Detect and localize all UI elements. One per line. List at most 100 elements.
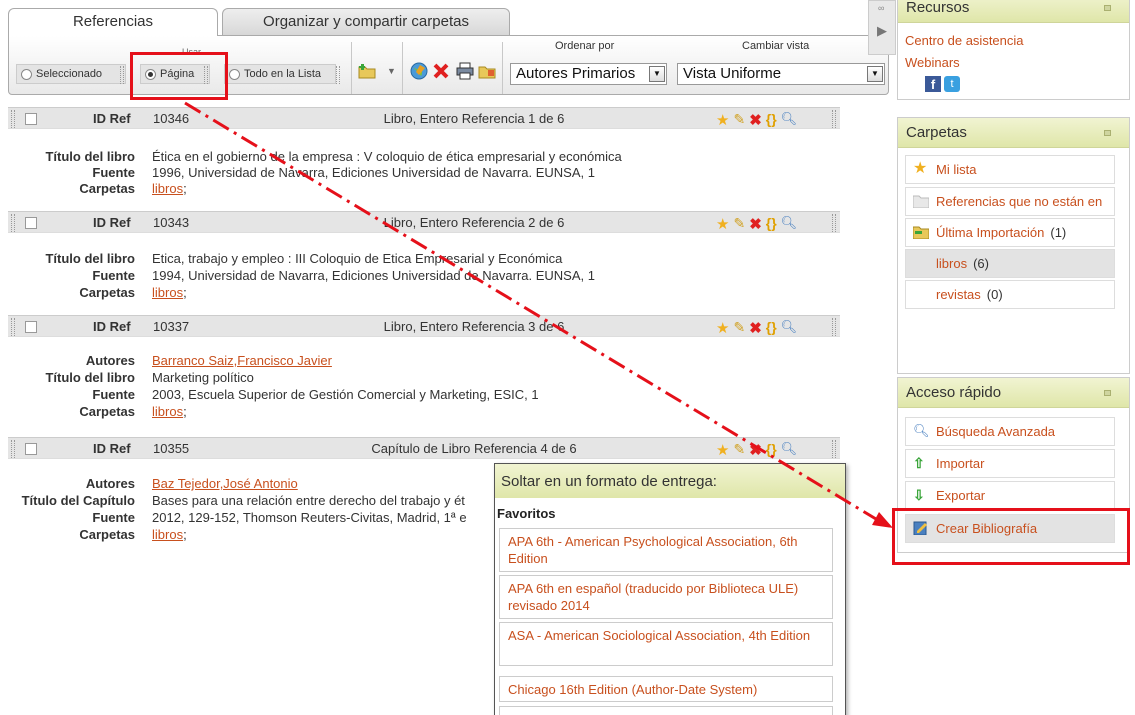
folder-count: (0) [986,287,1003,302]
exportar-link[interactable]: ⇩ Exportar [905,481,1115,510]
format-option[interactable]: ASA - American Sociological Association,… [499,622,833,666]
folder-ultima-importacion[interactable]: Última Importación (1) [905,218,1115,247]
field-value: Bases para una relación entre derecho de… [152,493,465,508]
folder-icon [913,195,929,208]
folder-link[interactable]: libros [152,404,183,419]
format-option[interactable]: APA 6th - American Psychological Associa… [499,528,833,572]
field-value: Marketing político [152,370,254,385]
field-label: Título del libro [45,370,135,385]
folder-link[interactable]: libros [152,285,183,300]
sidebar-toggle[interactable]: ∞ ▶ [868,0,896,55]
vista-select[interactable]: Vista Uniforme ▼ [677,63,885,85]
format-option[interactable]: APA 6th en español (traducido por Biblio… [499,575,833,619]
delete-icon[interactable]: ✖ [749,441,762,459]
magnifier-icon[interactable]: 🔍︎ [781,215,798,233]
format-option[interactable]: Chicago 16th Edition (Author-Date System… [499,676,833,702]
star-add-icon[interactable]: ★ [716,111,729,129]
star-add-icon[interactable]: ★ [716,319,729,337]
add-to-folder-icon[interactable] [358,62,376,80]
grip-handle[interactable] [832,440,836,458]
author-link[interactable]: Barranco Saiz,Francisco Javier [152,353,332,368]
minimize-icon[interactable] [1104,5,1111,11]
grip-handle[interactable] [832,318,836,336]
panel-title: Acceso rápido [906,384,1002,401]
reference-actions: ★ ✎ ✖ {} 🔍︎ [716,441,797,459]
radio-seleccionado[interactable]: Seleccionado [16,64,126,84]
import-folder-icon [913,226,929,239]
edit-icon[interactable]: ✎ [733,441,745,459]
toolbar-divider [502,42,503,94]
tab-organizar-compartir[interactable]: Organizar y compartir carpetas [222,8,510,35]
edit-icon[interactable]: ✎ [733,215,745,233]
print-icon[interactable] [456,62,474,80]
panel-title: Recursos [906,0,970,16]
star-add-icon[interactable]: ★ [716,215,729,233]
globe-share-icon[interactable] [410,62,428,80]
field-label: Fuente [92,510,135,525]
braces-icon[interactable]: {} [766,111,777,129]
grip-handle[interactable] [832,214,836,232]
facebook-icon[interactable]: f [925,76,941,92]
magnifier-icon[interactable]: 🔍︎ [781,441,798,459]
field-label: Título del libro [45,149,135,164]
folder-link[interactable]: libros [152,181,183,196]
radio-label: Seleccionado [36,68,103,80]
format-option[interactable] [499,706,833,715]
field-label: Autores [85,476,135,491]
edit-icon[interactable]: ✎ [733,111,745,129]
folder-link-row: libros; [152,404,187,419]
chevron-right-icon[interactable]: ▶ [877,23,887,39]
folder-libros[interactable]: libros (6) [905,249,1115,278]
magnifier-icon[interactable]: 🔍︎ [781,111,798,129]
busqueda-avanzada-link[interactable]: 🔍︎ Búsqueda Avanzada [905,417,1115,446]
radio-circle[interactable] [21,68,32,80]
field-value: 2012, 129-152, Thomson Reuters-Civitas, … [152,510,467,525]
arrow-head-icon [872,512,893,528]
braces-icon[interactable]: {} [766,215,777,233]
star-add-icon[interactable]: ★ [716,441,729,459]
delete-icon[interactable]: ✖ [749,215,762,233]
folder-label: Última Importación [936,225,1045,240]
braces-icon[interactable]: {} [766,319,777,337]
edit-icon[interactable]: ✎ [733,319,745,337]
link-webinars[interactable]: Webinars [905,55,960,70]
author-link[interactable]: Baz Tejedor,José Antonio [152,476,298,491]
folder-no-en-carpeta[interactable]: Referencias que no están en [905,187,1115,216]
chevron-down-icon[interactable]: ▼ [387,66,396,76]
delete-icon[interactable] [432,62,450,80]
highlight-pagina [130,52,228,100]
folder-mi-lista[interactable]: ★ Mi lista [905,155,1115,184]
grip-handle[interactable] [832,110,836,128]
ordenar-select[interactable]: Autores Primarios ▼ [510,63,667,85]
field-label: Carpetas [79,285,135,300]
minimize-icon[interactable] [1104,130,1111,136]
folder-revistas[interactable]: revistas (0) [905,280,1115,309]
link-centro-asistencia[interactable]: Centro de asistencia [905,33,1024,48]
folder-link-row: libros; [152,285,187,300]
reference-header: ID Ref 10343 Libro, Entero Referencia 2 … [8,211,840,233]
carpetas-header: Carpetas [898,118,1129,148]
braces-icon[interactable]: {} [766,441,777,459]
field-label: Título del libro [45,251,135,266]
folder-label: Mi lista [936,162,977,177]
ordenar-label: Ordenar por [555,40,615,52]
export-folder-icon[interactable] [478,62,496,80]
folder-link[interactable]: libros [152,527,183,542]
importar-link[interactable]: ⇧ Importar [905,449,1115,478]
twitter-icon[interactable]: t [944,76,960,92]
tab-referencias[interactable]: Referencias [8,8,218,36]
magnifier-icon[interactable]: 🔍︎ [781,319,798,337]
chevron-down-icon[interactable]: ▼ [649,66,665,82]
field-label: Carpetas [79,181,135,196]
author-link-row: Barranco Saiz,Francisco Javier [152,353,332,368]
delete-icon[interactable]: ✖ [749,319,762,337]
minimize-icon[interactable] [1104,390,1111,396]
delete-icon[interactable]: ✖ [749,111,762,129]
field-value: 1994, Universidad de Navarra, Ediciones … [152,268,595,283]
radio-todo-lista[interactable]: Todo en la Lista [224,64,336,84]
chevron-down-icon[interactable]: ▼ [867,66,883,82]
arrow-down-icon: ⇩ [913,487,925,503]
separator: ; [183,181,187,196]
field-label: Carpetas [79,527,135,542]
radio-circle[interactable] [229,68,240,80]
